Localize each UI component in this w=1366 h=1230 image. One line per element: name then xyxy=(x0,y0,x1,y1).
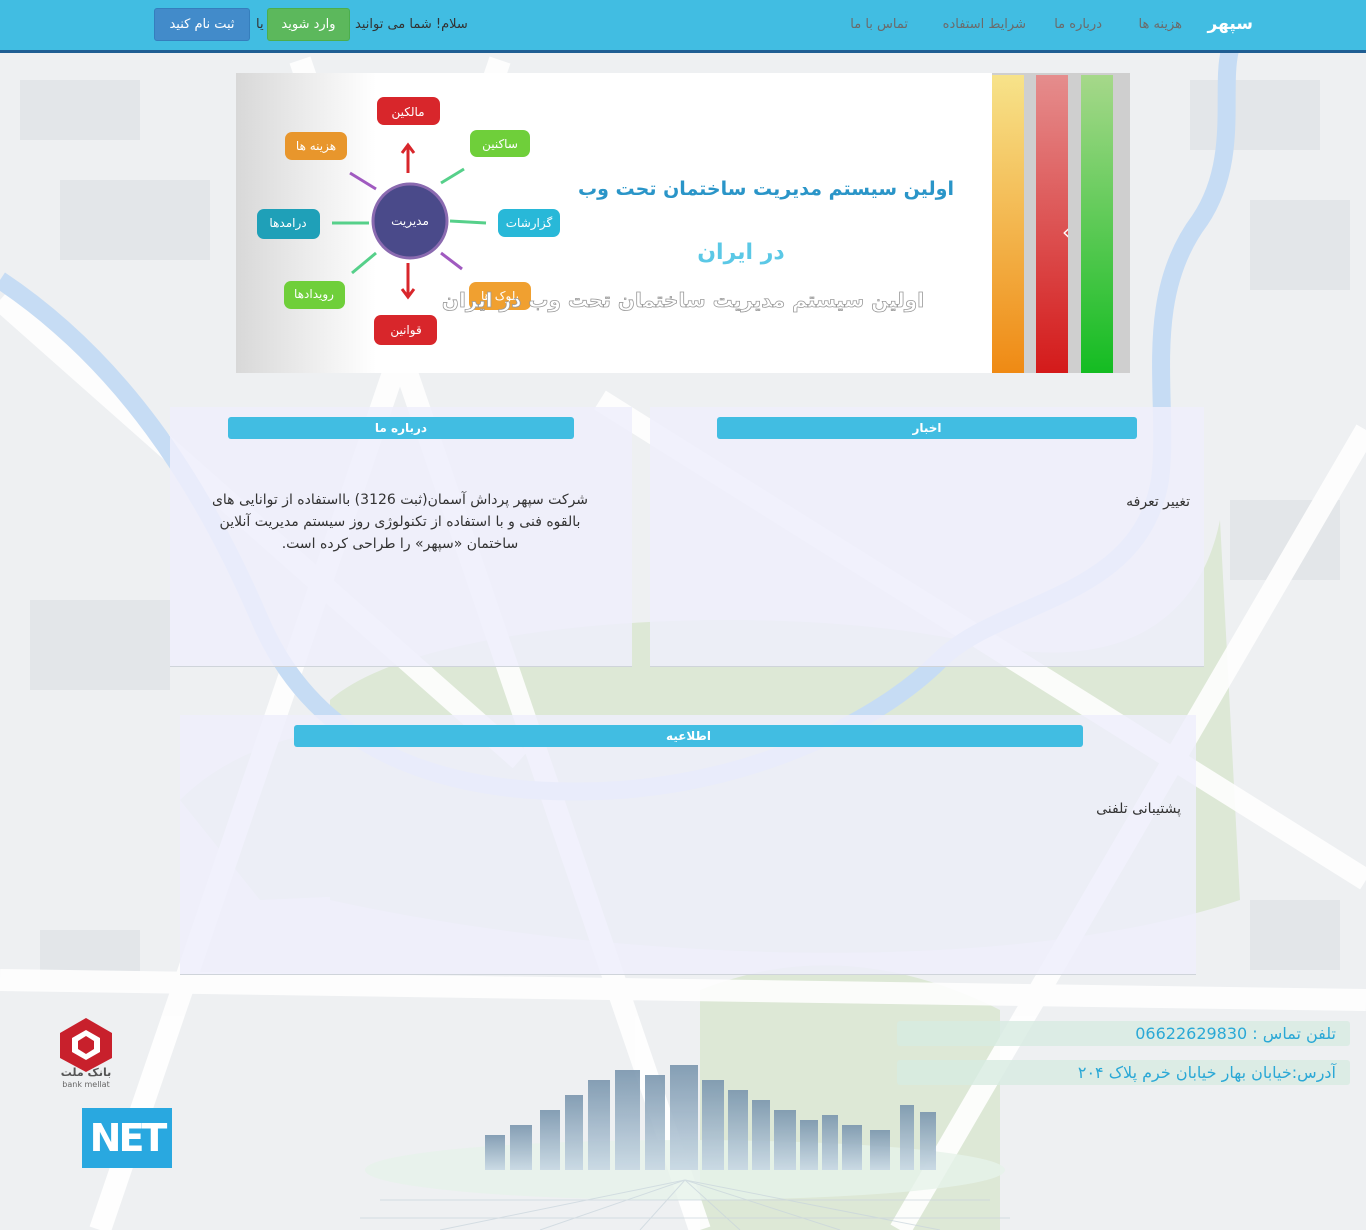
about-panel-title: درباره ما xyxy=(228,417,574,439)
top-navbar: سپهر هزینه ها درباره ما شرایط استفاده تم… xyxy=(0,0,1366,53)
node-income: درامدها xyxy=(269,216,306,231)
bank-mellat-logo[interactable]: بانک ملت bank mellat xyxy=(46,1016,130,1090)
nav-terms[interactable]: شرایط استفاده xyxy=(943,17,1026,32)
bank-mellat-icon: بانک ملت bank mellat xyxy=(60,1018,112,1089)
news-item[interactable]: تغییر تعرفه xyxy=(1126,494,1190,510)
or-text: یا xyxy=(256,17,264,32)
news-panel: اخبار تغییر تعرفه xyxy=(650,407,1204,667)
node-costs: هزینه ها xyxy=(296,139,336,154)
phone-text: تلفن تماس : 06622629830 xyxy=(1135,1024,1336,1043)
center-node-label: مدیریت xyxy=(391,214,429,229)
banner-headline: اولین سیستم مدیریت ساختمان تحت وب xyxy=(578,178,954,200)
banner-slider: مدیریت مالکین ساکنین گزارشات بلوک ها قوا… xyxy=(236,73,1130,373)
about-panel: درباره ما شرکت سپهر پرداش آسمان(ثبت 3126… xyxy=(170,407,632,667)
city-skyline-image xyxy=(360,1065,1010,1230)
notice-item[interactable]: پشتیبانی تلفنی xyxy=(1096,801,1181,817)
node-reports: گزارشات xyxy=(506,216,553,231)
address-text: آدرس:خیابان بهار خیابان خرم پلاک ۲۰۴ xyxy=(1077,1063,1336,1082)
greeting-text: سلام! شما می توانید xyxy=(355,17,468,32)
news-panel-title: اخبار xyxy=(717,417,1137,439)
bank-name-fa: بانک ملت xyxy=(61,1066,111,1079)
nav-about[interactable]: درباره ما xyxy=(1054,17,1102,32)
banner-image: مدیریت مالکین ساکنین گزارشات بلوک ها قوا… xyxy=(236,73,1130,373)
banner-caption: اولین سیستم مدیریت ساختمان تحت وب در ایر… xyxy=(442,288,924,312)
slider-next-arrow[interactable]: ‹ xyxy=(1062,220,1070,244)
net-logo-text: NET xyxy=(89,1116,168,1160)
node-rules: قوانین xyxy=(390,323,421,338)
about-line: ساختمان «سپهر» را طراحی کرده است. xyxy=(281,536,519,552)
login-button[interactable]: وارد شوید xyxy=(267,8,350,41)
bank-name-en: bank mellat xyxy=(62,1080,109,1089)
brand-logo[interactable]: سپهر xyxy=(1208,14,1253,34)
notice-panel-title: اطلاعیه xyxy=(294,725,1083,747)
register-button[interactable]: ثبت نام کنید xyxy=(154,8,250,41)
nav-contact[interactable]: تماس با ما xyxy=(850,17,908,32)
node-events: رویدادها xyxy=(294,287,334,302)
banner-subheadline: در ایران xyxy=(697,240,784,265)
node-owners: مالکین xyxy=(391,105,424,120)
about-text: شرکت سپهر پرداش آسمان(ثبت 3126) بااستفاد… xyxy=(180,489,620,555)
about-line: شرکت سپهر پرداش آسمان(ثبت 3126) بااستفاد… xyxy=(211,492,589,508)
enamad-net-logo[interactable]: NET xyxy=(82,1108,172,1168)
about-line: بالقوه فنی و با استفاده از تکنولوژی روز … xyxy=(219,514,581,530)
nav-costs[interactable]: هزینه ها xyxy=(1139,17,1183,32)
notice-panel: اطلاعیه پشتیبانی تلفنی xyxy=(180,715,1196,975)
node-residents: ساکنین xyxy=(482,137,518,152)
